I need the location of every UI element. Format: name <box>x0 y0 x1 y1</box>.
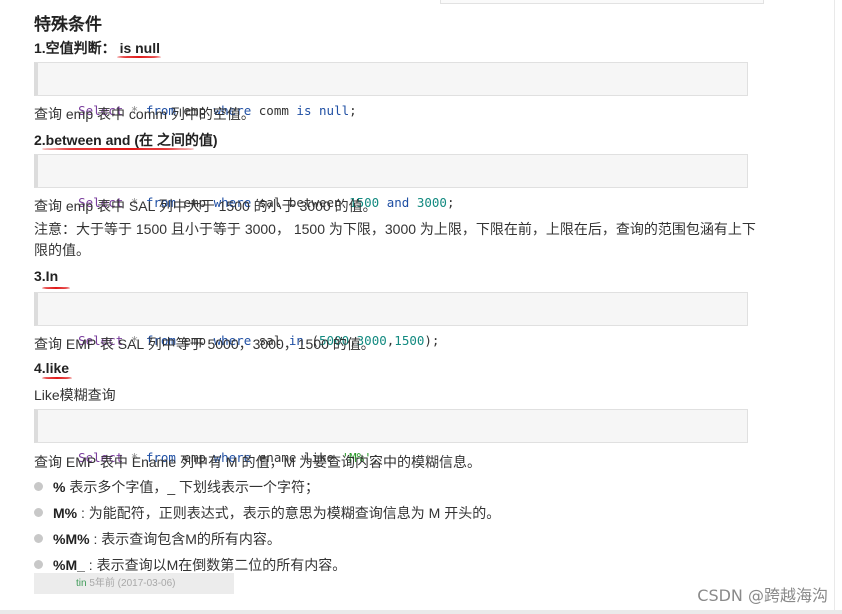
desc-in: 查询 EMP 表 SAL 列中等于 5000，3000，1500 的值。 <box>34 336 375 352</box>
desc-like: 查询 EMP 表中 Ename 列中有 M 的值，M 为要查询内容中的模糊信息。 <box>34 454 481 470</box>
bullet-icon <box>34 508 43 517</box>
red-underline-in <box>42 287 70 289</box>
bullet-icon <box>34 482 43 491</box>
red-underline-is-null <box>117 56 161 58</box>
red-underline-like <box>42 377 72 379</box>
code-block-in: Select * from emp where sal in (5000,300… <box>34 292 748 348</box>
code-block-is-null: Select * from emp where comm is null; <box>34 62 748 118</box>
heading-is-null: 1.空值判断： is null <box>34 40 161 56</box>
previous-code-box <box>440 0 764 4</box>
heading-in: 3.In <box>34 268 59 284</box>
comment-time: 5年前 (2017-03-06) <box>89 578 176 589</box>
desc-between: 查询 emp 表中 SAL 列中大于 1500 的小于 3000 的值。 <box>34 198 377 214</box>
like-subtitle: Like模糊查询 <box>34 387 116 403</box>
heading-like: 4.like <box>34 360 70 376</box>
code-block-like: Select * from emp where ename like 'M%'; <box>34 409 748 465</box>
bullet-icon <box>34 534 43 543</box>
code-block-between: Select * from emp where sal between 1500… <box>34 154 748 210</box>
bullet-icon <box>34 560 43 569</box>
section-title: 特殊条件 <box>34 15 102 34</box>
watermark: CSDN @跨越海沟 <box>697 586 828 605</box>
comment-meta: tin 5年前 (2017-03-06) <box>34 573 234 594</box>
heading-between-and: 2.between and (在 之间的值) <box>34 132 218 148</box>
desc-is-null: 查询 emp 表中 comm 列中的空值。 <box>34 106 255 122</box>
red-underline-between <box>42 148 194 150</box>
page-edge-line <box>834 0 835 614</box>
comment-author[interactable]: tin <box>76 578 87 589</box>
bottom-bar <box>0 610 842 614</box>
note-between: 注意：大于等于 1500 且小于等于 3000， 1500 为下限，3000 为… <box>34 221 756 258</box>
